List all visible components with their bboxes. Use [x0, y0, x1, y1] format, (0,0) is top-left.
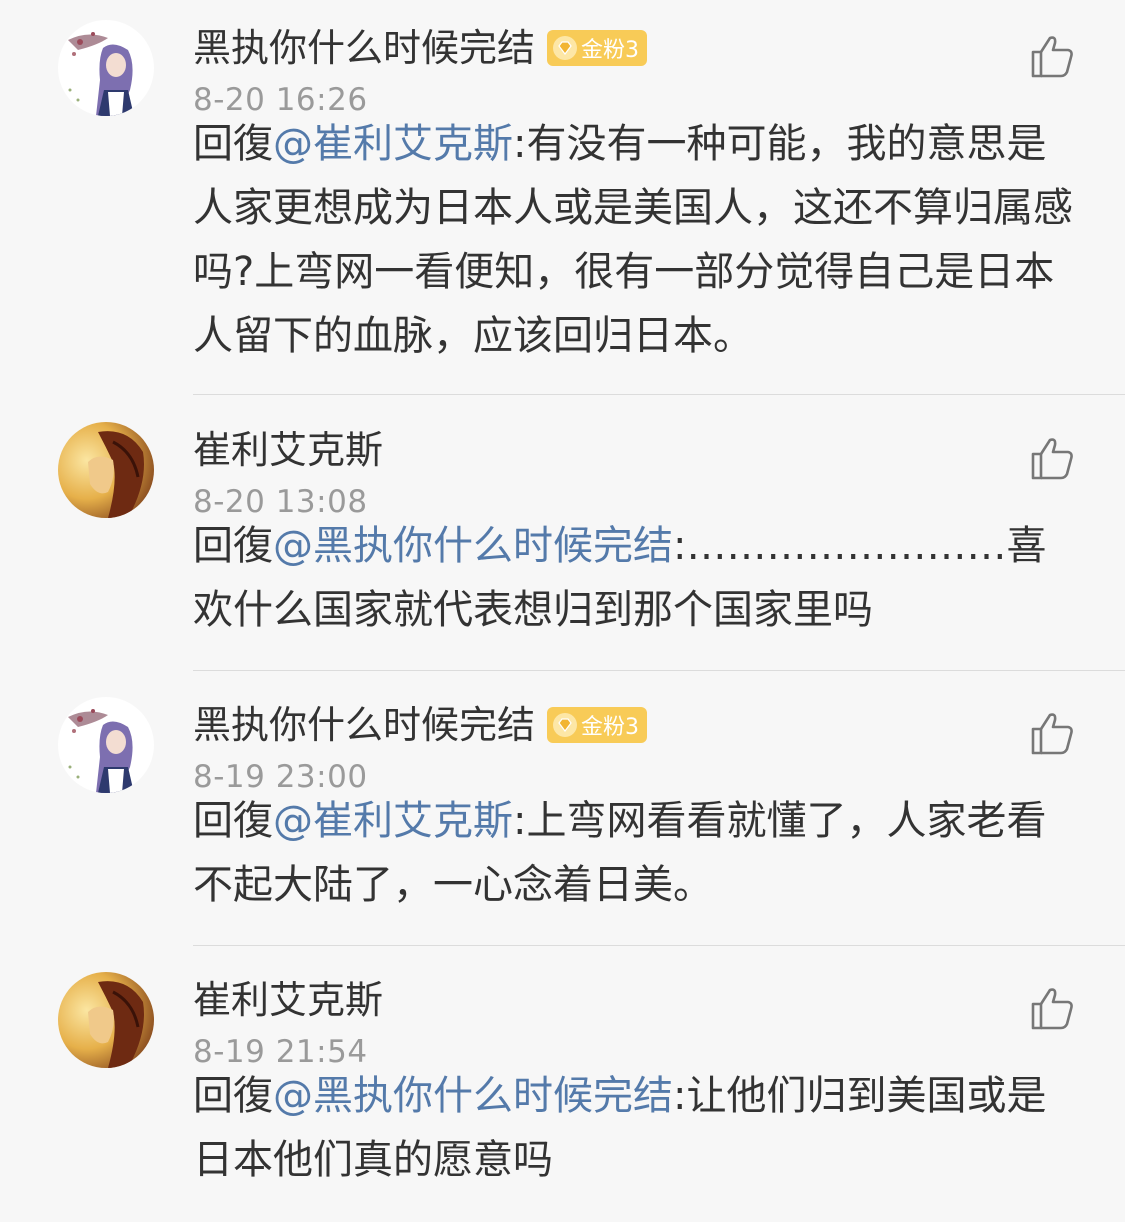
- badge-label: 金粉3: [581, 38, 640, 63]
- comment-header: 黑执你什么时候完结 金粉3: [193, 697, 648, 753]
- username[interactable]: 崔利艾克斯: [193, 972, 383, 1028]
- like-button[interactable]: [1026, 432, 1078, 484]
- comment-content: 回復@崔利艾克斯:有没有一种可能，我的意思是人家更想成为日本人或是美国人，这还不…: [193, 112, 1078, 368]
- thumbs-up-icon: [1031, 438, 1073, 480]
- thumbs-up-icon: [1031, 713, 1073, 755]
- badge-label: 金粉3: [581, 715, 640, 740]
- comment-header: 崔利艾克斯: [193, 972, 383, 1028]
- reply-prefix: 回復: [193, 1073, 273, 1119]
- comment-item: 崔利艾克斯 8-19 21:54 回復@黑执你什么时候完结:让他们归到美国或是日…: [0, 972, 1125, 1222]
- avatar[interactable]: [58, 697, 154, 793]
- like-button[interactable]: [1026, 982, 1078, 1034]
- reply-prefix: 回復: [193, 798, 273, 844]
- comment-content: 回復@崔利艾克斯:上弯网看看就懂了，人家老看不起大陆了，一心念着日美。: [193, 789, 1078, 917]
- thumbs-up-icon: [1031, 988, 1073, 1030]
- thumbs-up-icon: [1031, 36, 1073, 78]
- comment-header: 崔利艾克斯: [193, 422, 383, 478]
- reply-prefix: 回復: [193, 523, 273, 569]
- username[interactable]: 黑执你什么时候完结: [193, 697, 535, 753]
- like-button[interactable]: [1026, 707, 1078, 759]
- mention-link[interactable]: @崔利艾克斯: [273, 798, 513, 844]
- divider: [193, 670, 1125, 671]
- comment-item: 黑执你什么时候完结 金粉3 8-19 23:00 回復@崔利艾克斯:上弯网看看就…: [0, 697, 1125, 945]
- avatar[interactable]: [58, 972, 154, 1068]
- username[interactable]: 崔利艾克斯: [193, 422, 383, 478]
- mention-link[interactable]: @黑执你什么时候完结: [273, 1073, 673, 1119]
- username[interactable]: 黑执你什么时候完结: [193, 20, 535, 76]
- reply-prefix: 回復: [193, 121, 273, 167]
- diamond-icon: [553, 713, 578, 737]
- avatar[interactable]: [58, 422, 154, 518]
- avatar[interactable]: [58, 20, 154, 116]
- comment-item: 黑执你什么时候完结 金粉3 8-20 16:26 回復@崔利艾克斯:有没有一种可…: [0, 20, 1125, 395]
- comment-item: 崔利艾克斯 8-20 13:08 回復@黑执你什么时候完结:……………………喜欢…: [0, 422, 1125, 670]
- fan-badge: 金粉3: [547, 30, 648, 66]
- like-button[interactable]: [1026, 30, 1078, 82]
- divider: [193, 394, 1125, 395]
- divider: [193, 945, 1125, 946]
- comment-content: 回復@黑执你什么时候完结:……………………喜欢什么国家就代表想归到那个国家里吗: [193, 514, 1078, 642]
- mention-link[interactable]: @黑执你什么时候完结: [273, 523, 673, 569]
- comment-list: 黑执你什么时候完结 金粉3 8-20 16:26 回復@崔利艾克斯:有没有一种可…: [0, 0, 1125, 1222]
- fan-badge: 金粉3: [547, 707, 648, 743]
- comment-content: 回復@黑执你什么时候完结:让他们归到美国或是日本他们真的愿意吗: [193, 1064, 1078, 1192]
- mention-link[interactable]: @崔利艾克斯: [273, 121, 513, 167]
- comment-header: 黑执你什么时候完结 金粉3: [193, 20, 648, 76]
- diamond-icon: [553, 36, 578, 60]
